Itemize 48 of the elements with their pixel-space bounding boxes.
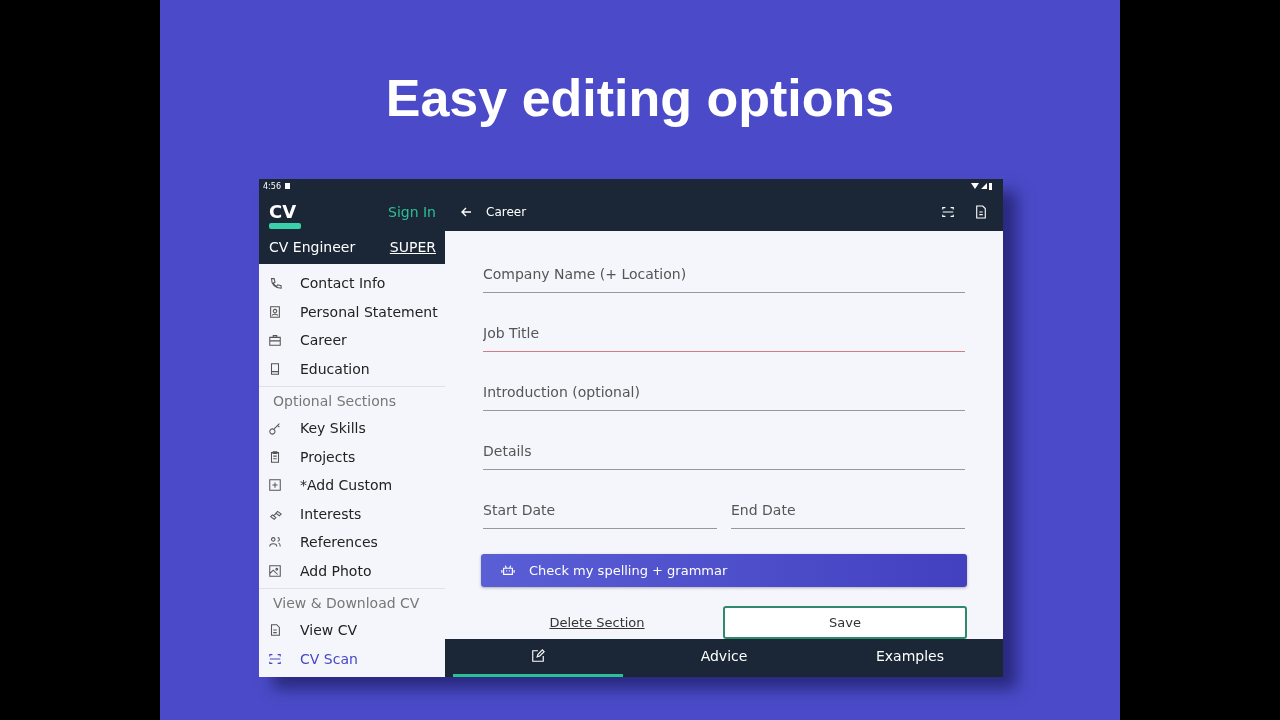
menu-item-icon <box>268 361 282 376</box>
menu-item-icon <box>268 563 282 578</box>
input-field[interactable]: Details <box>483 433 965 470</box>
menu-item-icon <box>268 276 282 291</box>
menu-item-icon <box>268 421 282 436</box>
input-field[interactable]: End Date <box>731 492 965 529</box>
input-field[interactable]: Introduction (optional) <box>483 374 965 411</box>
menu-item-icon <box>268 449 282 464</box>
menu-item-icon <box>268 478 282 493</box>
logo-underline <box>269 223 301 229</box>
sidebar-item[interactable]: Add Photo <box>259 556 445 585</box>
sidebar-item[interactable]: CV Scan <box>259 644 445 673</box>
scan-icon[interactable] <box>941 204 955 219</box>
sidebar-item[interactable]: Interests <box>259 499 445 528</box>
status-time: 4:56 <box>263 181 281 191</box>
sidebar-item[interactable]: Education <box>259 354 445 383</box>
tab[interactable]: Examples <box>825 638 995 677</box>
sidebar-item[interactable]: Projects <box>259 442 445 471</box>
spell-check-button[interactable]: Check my spelling + grammar <box>481 553 967 587</box>
sidebar-item[interactable]: Personal Statement <box>259 297 445 326</box>
sidebar-item[interactable]: Key Skills <box>259 414 445 443</box>
logo: CV <box>269 201 298 222</box>
menu-item-icon <box>268 333 282 348</box>
sidebar-item[interactable]: Career <box>259 326 445 355</box>
menu-item-icon <box>268 651 282 666</box>
screen-title: Career <box>486 204 527 219</box>
menu-item-icon <box>268 623 282 638</box>
app-name: CV Engineer <box>269 239 356 255</box>
notification-icon <box>284 183 290 189</box>
tab[interactable]: Advice <box>639 638 809 677</box>
sign-in-link[interactable]: Sign In <box>388 204 436 220</box>
sidebar-item[interactable]: Contact Info <box>259 269 445 298</box>
input-field[interactable]: Start Date <box>483 492 717 529</box>
headline: Easy editing options <box>385 68 895 129</box>
document-icon[interactable] <box>975 204 987 219</box>
edit-icon <box>531 649 545 664</box>
delete-section-link[interactable]: Delete Section <box>549 614 645 630</box>
save-button[interactable]: Save <box>723 605 967 639</box>
super-link[interactable]: SUPER <box>389 239 436 255</box>
menu-item-icon <box>268 304 282 319</box>
status-icons <box>971 182 993 190</box>
sidebar-item[interactable]: *Add Custom <box>259 471 445 500</box>
back-icon[interactable] <box>460 205 472 218</box>
sidebar-item[interactable]: View CV <box>259 616 445 645</box>
input-field[interactable]: Company Name (+ Location) <box>483 256 965 293</box>
sidebar-item[interactable]: References <box>259 528 445 557</box>
input-field[interactable]: Job Title <box>483 315 965 352</box>
robot-icon <box>501 563 515 577</box>
